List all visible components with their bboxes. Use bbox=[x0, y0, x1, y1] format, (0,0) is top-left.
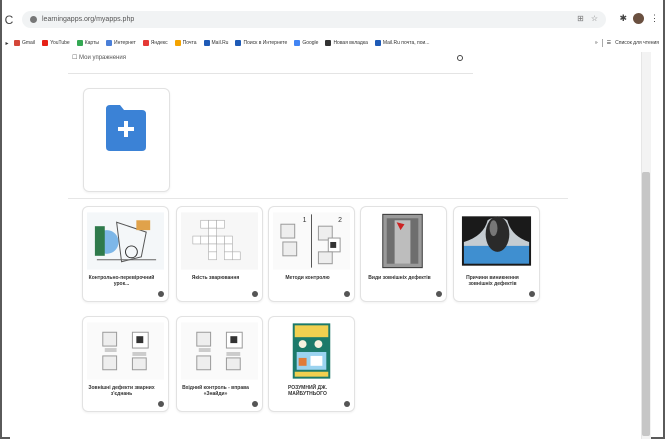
bookmark-icon bbox=[203, 40, 210, 46]
star-icon[interactable]: ☆ bbox=[591, 14, 598, 23]
bookmark-label: Новая вкладка bbox=[333, 40, 368, 46]
reading-list-label[interactable]: Список для чтения bbox=[615, 40, 659, 46]
bookmark-icon bbox=[105, 40, 112, 46]
bookmark-item[interactable]: Новая вкладка bbox=[325, 40, 368, 46]
bookmark-item[interactable]: Mail.Ru почта, пои... bbox=[374, 40, 430, 46]
extensions-icon[interactable]: ✱ bbox=[619, 13, 627, 24]
add-folder-icon bbox=[106, 105, 146, 151]
app-thumbnail bbox=[87, 321, 164, 381]
bookmark-item[interactable]: Gmail bbox=[14, 40, 35, 46]
app-thumbnail bbox=[365, 211, 442, 271]
info-icon[interactable] bbox=[158, 291, 164, 297]
bookmark-item[interactable]: Поиск в Интернете bbox=[235, 40, 287, 46]
url-text: learningapps.org/myapps.php bbox=[42, 16, 135, 23]
address-bar[interactable]: learningapps.org/myapps.php ⊞ ☆ bbox=[22, 11, 606, 28]
app-card[interactable]: 1 2 Методи контролю bbox=[268, 206, 355, 302]
bookmarks-more[interactable]: » bbox=[595, 40, 598, 46]
bookmark-label: Mail.Ru bbox=[211, 40, 229, 46]
app-thumbnail: 12 bbox=[273, 211, 350, 271]
apps-icon[interactable]: ▸ bbox=[0, 40, 14, 47]
scrollbar[interactable] bbox=[641, 52, 651, 439]
page-viewport: ☐ Мои упражнения Контрольно-перевірочний… bbox=[10, 52, 651, 439]
bookmark-label: Поиск в Интернете bbox=[243, 40, 288, 46]
reload-icon[interactable]: C bbox=[0, 13, 18, 27]
app-thumbnail bbox=[87, 211, 164, 271]
app-card[interactable]: Види зовнішніх дефектів bbox=[360, 206, 447, 302]
section-divider bbox=[68, 198, 568, 199]
bookmark-label: Почта bbox=[182, 40, 197, 46]
bookmark-icon bbox=[374, 40, 381, 46]
bookmark-label: Яндекс bbox=[150, 40, 168, 46]
app-title: Зовнішні дефекти зварних з'єднань bbox=[88, 385, 155, 397]
app-title: Методи контролю bbox=[285, 275, 330, 281]
info-icon[interactable] bbox=[436, 291, 442, 297]
bookmark-item[interactable]: Почта bbox=[174, 40, 197, 46]
info-icon[interactable] bbox=[252, 401, 258, 407]
bookmark-label: Интернет bbox=[113, 40, 136, 46]
app-title: РОЗУМНИЙ ДЖ. МАЙБУТНЬОГО bbox=[287, 385, 328, 397]
search-bar[interactable]: ☐ Мои упражнения bbox=[68, 52, 473, 74]
bookmark-icon bbox=[42, 40, 49, 46]
site-info-icon[interactable] bbox=[30, 16, 37, 23]
search-icon[interactable] bbox=[457, 55, 463, 61]
bookmark-icon bbox=[325, 40, 332, 46]
app-title: Контрольно-перевірочний урок... bbox=[88, 275, 155, 287]
info-icon[interactable] bbox=[158, 401, 164, 407]
svg-text:2: 2 bbox=[338, 217, 342, 224]
scrollbar-thumb[interactable] bbox=[642, 172, 650, 436]
search-bar-label: ☐ Мои упражнения bbox=[72, 55, 126, 61]
bookmark-item[interactable]: YouTube bbox=[42, 40, 70, 46]
bookmark-item[interactable]: Google bbox=[294, 40, 318, 46]
bookmark-label: Mail.Ru почта, пои... bbox=[382, 40, 430, 46]
bookmark-label: Карты bbox=[84, 40, 99, 46]
app-card[interactable]: Вхідний контроль - вправа «Знайди» bbox=[176, 316, 263, 412]
app-card[interactable]: Причини виникнення зовнішніх дефектів bbox=[453, 206, 540, 302]
bookmark-icon bbox=[235, 40, 242, 46]
bookmark-label: Gmail bbox=[22, 40, 36, 46]
menu-icon[interactable]: ⋮ bbox=[650, 13, 659, 24]
info-icon[interactable] bbox=[344, 401, 350, 407]
avatar[interactable] bbox=[633, 13, 644, 24]
install-icon[interactable]: ⊞ bbox=[577, 14, 584, 23]
bookmarks-divider bbox=[601, 39, 603, 47]
bookmark-icon bbox=[174, 40, 181, 46]
bookmark-item[interactable]: Карты bbox=[76, 40, 99, 46]
bookmark-label: YouTube bbox=[50, 40, 70, 46]
app-card[interactable]: РОЗУМНИЙ ДЖ. МАЙБУТНЬОГО bbox=[268, 316, 355, 412]
reading-list-icon[interactable]: ☰ bbox=[607, 40, 611, 46]
address-row: C learningapps.org/myapps.php ⊞ ☆ ✱ ⋮ bbox=[0, 10, 665, 30]
app-card[interactable]: Якість зварювання bbox=[176, 206, 263, 302]
app-card[interactable]: Контрольно-перевірочний урок... bbox=[82, 206, 169, 302]
app-title: Причини виникнення зовнішніх дефектів bbox=[466, 275, 519, 287]
bookmark-icon bbox=[294, 40, 301, 46]
app-thumbnail bbox=[458, 211, 535, 271]
bookmark-item[interactable]: Mail.Ru bbox=[203, 40, 229, 46]
app-thumbnail bbox=[181, 211, 258, 271]
info-icon[interactable] bbox=[252, 291, 258, 297]
app-card[interactable]: Зовнішні дефекти зварних з'єднань bbox=[82, 316, 169, 412]
svg-text:1: 1 bbox=[303, 217, 307, 224]
bookmark-icon bbox=[76, 40, 83, 46]
app-title: Вхідний контроль - вправа «Знайди» bbox=[182, 385, 249, 397]
app-thumbnail bbox=[181, 321, 258, 381]
bookmark-icon bbox=[142, 40, 149, 46]
bookmark-icon bbox=[14, 40, 20, 46]
bookmark-item[interactable]: Интернет bbox=[105, 40, 136, 46]
create-app-card[interactable] bbox=[83, 88, 170, 192]
app-title: Види зовнішніх дефектів bbox=[368, 275, 431, 281]
app-title: Якість зварювання bbox=[191, 275, 240, 281]
info-icon[interactable] bbox=[344, 291, 350, 297]
bookmark-item[interactable]: Яндекс bbox=[142, 40, 168, 46]
info-icon[interactable] bbox=[529, 291, 535, 297]
app-thumbnail bbox=[273, 321, 350, 381]
bookmark-label: Google bbox=[302, 40, 319, 46]
bookmarks-bar: ▸ Gmail YouTube Карты Интернет Яндекс Почта Ma… bbox=[0, 36, 665, 50]
